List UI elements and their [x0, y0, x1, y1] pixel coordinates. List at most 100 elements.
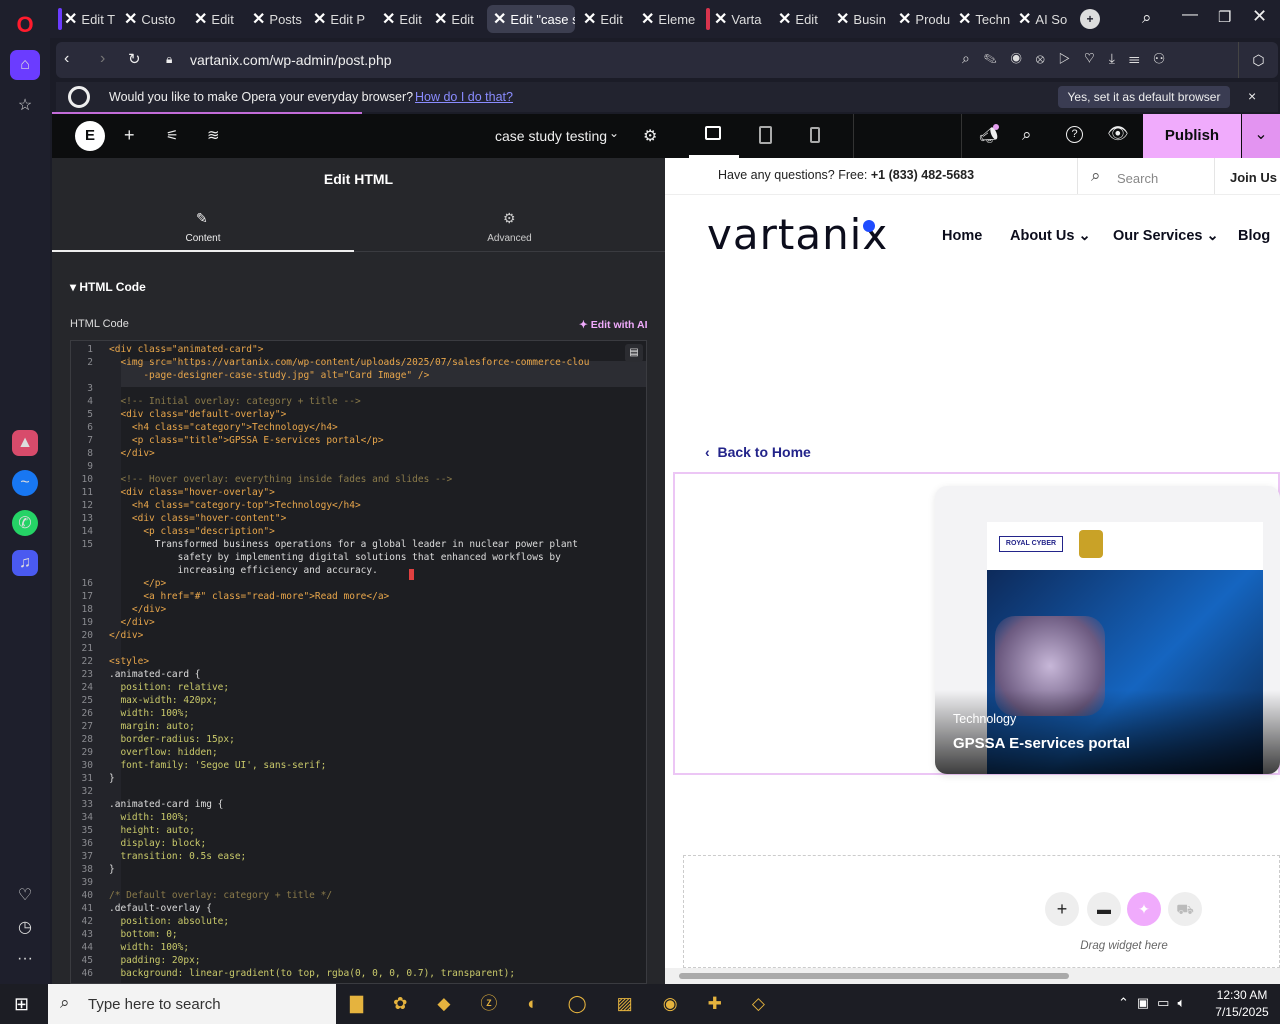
- close-window-button[interactable]: ✕: [1252, 6, 1267, 27]
- tablet-view-icon[interactable]: [759, 126, 772, 144]
- structure-icon[interactable]: ≋: [207, 126, 220, 144]
- animated-card[interactable]: ROYAL CYBER Technology GPSSA E-services …: [935, 486, 1280, 774]
- code-editor[interactable]: 1 <div class="animated-card"> 2 <img src="…: [70, 340, 647, 984]
- banner-close-button[interactable]: ×: [1248, 88, 1256, 104]
- document-title[interactable]: case study testing: [495, 128, 607, 144]
- new-tab-button[interactable]: +: [1080, 9, 1100, 29]
- tab-item[interactable]: ✕ Varta: [708, 5, 770, 33]
- site-logo[interactable]: vartanix: [707, 210, 888, 259]
- empty-section[interactable]: + ▬ ✦ ⛟ Drag widget here: [683, 855, 1280, 968]
- tab-item[interactable]: ✕ AI So: [1012, 5, 1068, 33]
- nav-item[interactable]: Home: [942, 228, 982, 244]
- elementor-tab-icon: ✕: [836, 11, 850, 28]
- tab-item[interactable]: ✕ Produ: [892, 5, 950, 33]
- tab-item[interactable]: ✕ Edit: [188, 5, 244, 33]
- code-line: safety by implementing digital solutions…: [71, 551, 561, 564]
- messenger-icon[interactable]: ~: [12, 470, 38, 496]
- line-text: increasing efficiency and accuracy.: [109, 565, 378, 576]
- publish-options-icon[interactable]: ⌄: [1242, 114, 1280, 158]
- opera-logo-icon[interactable]: O: [10, 10, 40, 40]
- aria-icon[interactable]: ▲: [12, 430, 38, 456]
- code-line: 20 </div>: [71, 629, 144, 642]
- site-search-input[interactable]: Search: [1117, 171, 1158, 186]
- history-icon[interactable]: ◷: [10, 912, 40, 942]
- taskbar-search-input[interactable]: Type here to search: [88, 996, 221, 1013]
- search-icon[interactable]: ⌕: [1022, 125, 1032, 145]
- tab-item[interactable]: ✕ Edit "case s: [487, 5, 575, 33]
- tab-item[interactable]: ✕ Edit: [577, 5, 633, 33]
- code-line: 37 transition: 0.5s ease;: [71, 850, 247, 863]
- join-link[interactable]: Join Us t: [1230, 170, 1280, 185]
- nav-item[interactable]: About Us ⌄: [1010, 228, 1091, 244]
- tab-content[interactable]: ✎ Content: [52, 200, 354, 252]
- url-field[interactable]: vartanix.com/wp-admin/post.php: [190, 52, 392, 68]
- more-icon[interactable]: ···: [10, 944, 40, 974]
- forward-icon[interactable]: ›: [100, 50, 105, 68]
- line-number: 10: [81, 474, 93, 485]
- horizontal-scrollbar[interactable]: [665, 968, 1280, 984]
- line-text: <div class="hover-overlay">: [109, 487, 275, 498]
- code-menu-icon[interactable]: ▤: [625, 344, 643, 362]
- tab-label: Edit T: [81, 11, 116, 27]
- code-line: 3: [71, 382, 109, 395]
- tab-item[interactable]: ✕ Techn: [952, 5, 1010, 33]
- add-element-icon[interactable]: +: [124, 125, 135, 146]
- code-line: 1 <div class="animated-card">: [71, 343, 263, 356]
- search-tabs-icon[interactable]: ⌕: [1142, 8, 1152, 28]
- tab-item[interactable]: ✕ Edit T: [58, 5, 116, 33]
- toolbar-icons[interactable]: ⌕✎◉⊗▷♡⤓☰⚇: [962, 50, 1179, 67]
- line-text: <div class="animated-card">: [109, 344, 264, 355]
- add-widget-icon[interactable]: +: [1045, 892, 1079, 926]
- home-icon[interactable]: ⌂: [10, 50, 40, 80]
- publish-button[interactable]: Publish: [1143, 114, 1241, 158]
- pinned-apps[interactable]: ▇✿◆ⓩ◐◯▨◉✚◇: [350, 984, 820, 1024]
- back-icon[interactable]: ‹: [64, 50, 69, 68]
- default-browser-banner: Would you like to make Opera your everyd…: [56, 82, 1278, 112]
- set-default-button[interactable]: Yes, set it as default browser: [1058, 86, 1230, 108]
- scrollbar-thumb[interactable]: [679, 973, 1069, 979]
- tab-item[interactable]: ✕ Eleme: [635, 5, 695, 33]
- line-text: <div class="hover-content">: [109, 513, 287, 524]
- preview-eye-icon[interactable]: 👁︎: [1107, 124, 1129, 144]
- line-text: /* Default overlay: category + title */: [109, 890, 333, 901]
- mobile-view-icon[interactable]: [810, 127, 820, 143]
- chevron-down-icon[interactable]: ⌄: [609, 126, 619, 140]
- tab-label: Edit: [451, 11, 474, 27]
- back-to-home-link[interactable]: ‹ Back to Home: [705, 444, 811, 460]
- tab-item[interactable]: ✕ Edit: [772, 5, 828, 33]
- elementor-tab-icon: ✕: [64, 11, 78, 28]
- site-settings-icon[interactable]: ⚟: [166, 127, 179, 144]
- nav-item[interactable]: Blog: [1238, 228, 1270, 244]
- elementor-tab-icon: ✕: [434, 11, 448, 28]
- restore-button[interactable]: ❐: [1218, 8, 1231, 26]
- edit-with-ai-button[interactable]: ✦ Edit with AI: [579, 319, 648, 331]
- section-toggle[interactable]: ▾ HTML Code: [70, 280, 146, 294]
- help-icon[interactable]: ?: [1066, 126, 1083, 143]
- system-tray-icons[interactable]: ⌃▣▭🔈︎: [1118, 995, 1193, 1011]
- star-icon[interactable]: ☆: [10, 90, 40, 120]
- tab-item[interactable]: ✕ Posts: [246, 5, 304, 33]
- taskbar-search[interactable]: ⌕ Type here to search: [48, 984, 336, 1024]
- desktop-view-icon[interactable]: [705, 126, 721, 140]
- nav-item[interactable]: Our Services ⌄: [1113, 228, 1219, 244]
- minimize-button[interactable]: —: [1182, 6, 1198, 24]
- ai-sparkle-icon[interactable]: ✦: [1127, 892, 1161, 926]
- tab-item[interactable]: ✕ Edit: [428, 5, 484, 33]
- kit-icon[interactable]: ⛟: [1168, 892, 1202, 926]
- reload-icon[interactable]: ↻: [128, 50, 141, 68]
- tab-advanced[interactable]: ⚙ Advanced: [354, 200, 665, 252]
- template-folder-icon[interactable]: ▬: [1087, 892, 1121, 926]
- line-text: <!-- Initial overlay: category + title -…: [109, 396, 361, 407]
- extensions-icon[interactable]: ⬡: [1238, 42, 1278, 78]
- banner-how-link[interactable]: How do I do that?: [415, 90, 513, 104]
- windows-start-icon[interactable]: ⊞: [14, 994, 29, 1015]
- tab-item[interactable]: ✕ Custo: [118, 5, 184, 33]
- tab-item[interactable]: ✕ Edit P: [307, 5, 373, 33]
- tab-item[interactable]: ✕ Edit: [376, 5, 426, 33]
- tab-item[interactable]: ✕ Busin: [830, 5, 890, 33]
- whatsapp-icon[interactable]: ✆: [12, 510, 38, 536]
- page-settings-icon[interactable]: ⚙: [643, 126, 657, 146]
- elementor-logo-icon[interactable]: E: [75, 121, 105, 151]
- music-icon[interactable]: ♫: [12, 550, 38, 576]
- heart-icon[interactable]: ♡: [10, 880, 40, 910]
